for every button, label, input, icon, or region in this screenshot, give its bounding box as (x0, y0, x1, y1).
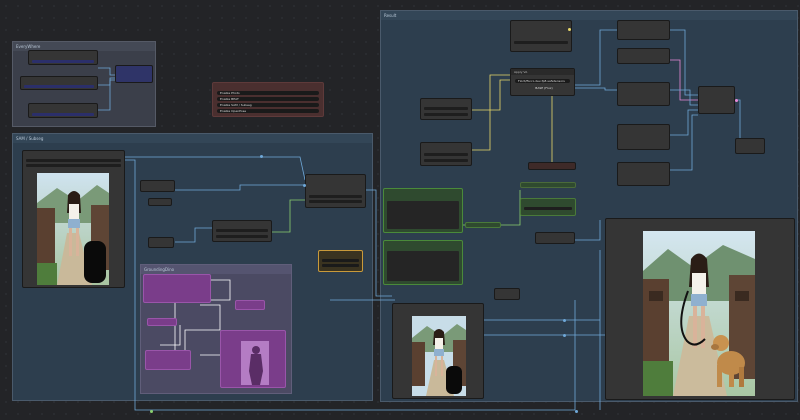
node-widget[interactable] (424, 107, 468, 110)
wire (160, 325, 181, 346)
node-result-top[interactable] (510, 20, 572, 52)
socket-dot[interactable] (735, 99, 738, 102)
node-widget[interactable] (524, 207, 572, 210)
node-graph-canvas[interactable]: EveryWhere SAM / Subseg GroundingDino Re… (0, 0, 800, 420)
node-widget[interactable] (322, 259, 359, 262)
node-result-r3[interactable] (617, 82, 670, 106)
node-result-reroute[interactable] (528, 162, 576, 170)
node-result-small-b[interactable] (494, 288, 520, 300)
mask-preview-image (241, 341, 269, 385)
node-result-green-bar[interactable] (465, 222, 501, 228)
node-widget[interactable] (32, 113, 94, 116)
base-widget[interactable]: BASE (Flux) (515, 86, 570, 90)
wire (125, 156, 306, 181)
node-everywhere-3[interactable] (28, 103, 98, 118)
preview-image-small (412, 316, 466, 396)
input-image-woman (37, 173, 109, 285)
wire (575, 87, 617, 91)
socket-dot[interactable] (260, 155, 263, 158)
node-everywhere-2[interactable] (20, 76, 98, 90)
wire (98, 79, 115, 111)
node-preview-result[interactable] (605, 218, 795, 400)
socket-dot[interactable] (563, 319, 566, 322)
node-reroute-orange[interactable] (318, 250, 363, 272)
wire (98, 77, 115, 86)
node-widget[interactable] (26, 164, 121, 167)
wire (670, 29, 698, 96)
node-sampler-2[interactable] (383, 240, 463, 285)
node-result-left-2[interactable] (420, 142, 472, 166)
wire (735, 99, 741, 140)
toggle-photo[interactable]: Enable Photo (217, 91, 319, 95)
wire (670, 59, 698, 101)
toggle-openpose[interactable]: Enable OpenPose (217, 109, 319, 113)
node-result-left-1[interactable] (420, 98, 472, 120)
node-sam-model[interactable] (212, 220, 272, 242)
node-widget[interactable] (424, 153, 468, 156)
node-widget[interactable] (514, 41, 568, 44)
socket-dot[interactable] (568, 28, 571, 31)
node-result-combine[interactable] (698, 86, 735, 114)
node-load-image[interactable] (22, 150, 125, 288)
wire (575, 29, 617, 86)
toggle-sam[interactable]: Enable SAM / Subseg (217, 103, 319, 107)
node-result-small-a[interactable] (535, 232, 575, 244)
wire (170, 184, 305, 191)
wire (670, 89, 698, 106)
node-widget[interactable] (24, 85, 94, 88)
node-gd-mask-preview[interactable] (220, 330, 286, 388)
model-widget[interactable]: FLUX/flux1-dev-fp8.safetensors (515, 79, 570, 83)
node-everywhere-anything[interactable] (115, 65, 153, 83)
node-result-r1[interactable] (617, 20, 670, 40)
node-result-green-mid[interactable] (520, 198, 576, 216)
node-widget[interactable] (216, 235, 268, 238)
node-preview-small[interactable] (392, 303, 484, 399)
node-gd-prompt-1[interactable] (143, 274, 211, 303)
node-gd-small[interactable] (235, 300, 265, 310)
node-gd-prompt-3[interactable] (145, 350, 191, 370)
node-widget[interactable] (387, 251, 459, 281)
wire (98, 67, 115, 76)
node-widget[interactable] (309, 195, 362, 198)
node-group-toggles[interactable]: Enable Photo Enable BEAT Enable SAM / Su… (212, 82, 324, 117)
toggle-beat[interactable]: Enable BEAT (217, 97, 319, 101)
node-widget[interactable] (309, 200, 362, 203)
wire (670, 114, 698, 171)
node-sam-small-2[interactable] (148, 198, 172, 206)
node-result-r2[interactable] (617, 48, 670, 64)
node-widget[interactable] (216, 229, 268, 232)
node-result-r5[interactable] (617, 162, 670, 186)
socket-dot[interactable] (575, 410, 578, 413)
result-image-woman-dog (643, 231, 755, 396)
wire (270, 199, 305, 233)
node-title: Apply VA (511, 69, 574, 75)
node-widget[interactable] (424, 159, 468, 162)
node-result-out[interactable] (735, 138, 765, 154)
node-widget[interactable] (387, 201, 459, 229)
node-result-r4[interactable] (617, 124, 670, 150)
wire (472, 79, 510, 111)
node-model-loader[interactable]: Apply VA FLUX/flux1-dev-fp8.safetensors … (510, 68, 575, 96)
node-sam-small-1[interactable] (140, 180, 175, 192)
node-widget[interactable] (26, 159, 121, 162)
wire (670, 109, 698, 136)
wire (175, 227, 212, 243)
wire (472, 74, 510, 151)
node-widget[interactable] (322, 264, 359, 267)
node-widget[interactable] (424, 113, 468, 116)
socket-dot[interactable] (303, 184, 306, 187)
socket-dot[interactable] (150, 410, 153, 413)
node-sampler-1[interactable] (383, 188, 463, 233)
node-everywhere-1[interactable] (28, 50, 98, 65)
node-sam-detector[interactable] (305, 174, 366, 208)
node-sam-small-3[interactable] (148, 237, 174, 248)
node-gd-prompt-2[interactable] (147, 318, 177, 326)
node-widget[interactable] (32, 60, 94, 63)
wire (462, 190, 521, 226)
wire (184, 304, 221, 355)
socket-dot[interactable] (563, 334, 566, 337)
node-result-green-small[interactable] (520, 182, 576, 188)
